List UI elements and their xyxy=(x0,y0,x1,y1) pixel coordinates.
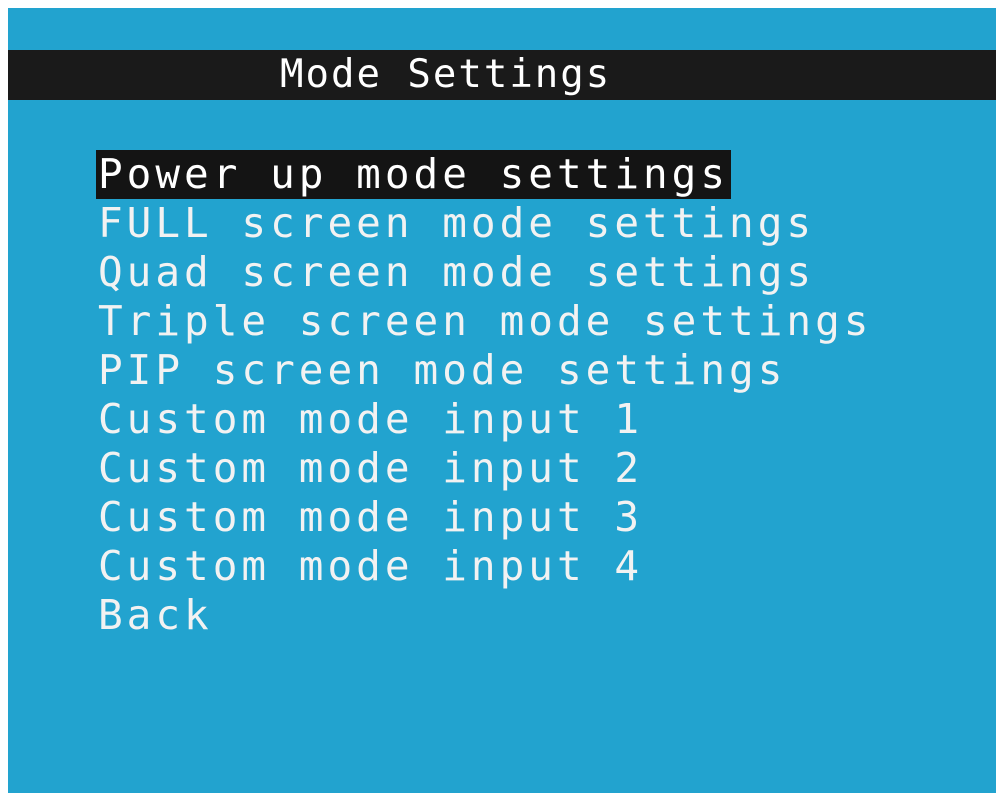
menu-item-quad-screen-mode-settings[interactable]: Quad screen mode settings xyxy=(96,248,817,297)
menu-item-pip-screen-mode-settings[interactable]: PIP screen mode settings xyxy=(96,346,788,395)
menu-item-power-up-mode-settings[interactable]: Power up mode settings xyxy=(96,150,732,199)
osd-screen: Mode Settings Power up mode settings FUL… xyxy=(8,8,996,793)
menu-item-back[interactable]: Back xyxy=(96,591,215,640)
menu-item-custom-mode-input-3[interactable]: Custom mode input 3 xyxy=(96,493,645,542)
menu-item-custom-mode-input-4[interactable]: Custom mode input 4 xyxy=(96,542,645,591)
menu-item-full-screen-mode-settings[interactable]: FULL screen mode settings xyxy=(96,199,817,248)
mode-settings-menu: Power up mode settings FULL screen mode … xyxy=(96,150,874,640)
menu-item-custom-mode-input-1[interactable]: Custom mode input 1 xyxy=(96,395,645,444)
menu-item-triple-screen-mode-settings[interactable]: Triple screen mode settings xyxy=(96,297,874,346)
menu-item-custom-mode-input-2[interactable]: Custom mode input 2 xyxy=(96,444,645,493)
page-title: Mode Settings xyxy=(280,52,612,97)
title-bar: Mode Settings xyxy=(8,50,996,100)
